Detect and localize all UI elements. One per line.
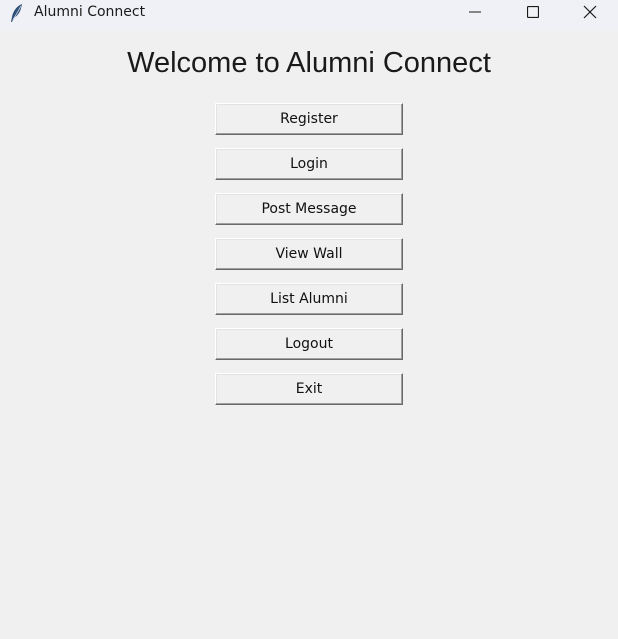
page-title: Welcome to Alumni Connect <box>127 47 491 79</box>
login-button[interactable]: Login <box>215 148 403 180</box>
maximize-button[interactable] <box>504 0 562 24</box>
logout-button[interactable]: Logout <box>215 328 403 360</box>
view-wall-button[interactable]: View Wall <box>215 238 403 270</box>
register-button[interactable]: Register <box>215 103 403 135</box>
minimize-button[interactable] <box>446 0 504 24</box>
post-message-button[interactable]: Post Message <box>215 193 403 225</box>
close-button[interactable] <box>562 0 618 24</box>
main-content: Welcome to Alumni Connect Register Login… <box>0 31 618 639</box>
minimize-icon <box>469 6 481 18</box>
app-window: Alumni Connect Welcome to Alumni Connect… <box>0 0 618 639</box>
close-icon <box>583 5 597 19</box>
feather-icon <box>9 3 25 23</box>
window-title: Alumni Connect <box>34 4 146 20</box>
exit-button[interactable]: Exit <box>215 373 403 405</box>
title-bar[interactable]: Alumni Connect <box>0 0 618 31</box>
maximize-icon <box>527 6 539 18</box>
list-alumni-button[interactable]: List Alumni <box>215 283 403 315</box>
